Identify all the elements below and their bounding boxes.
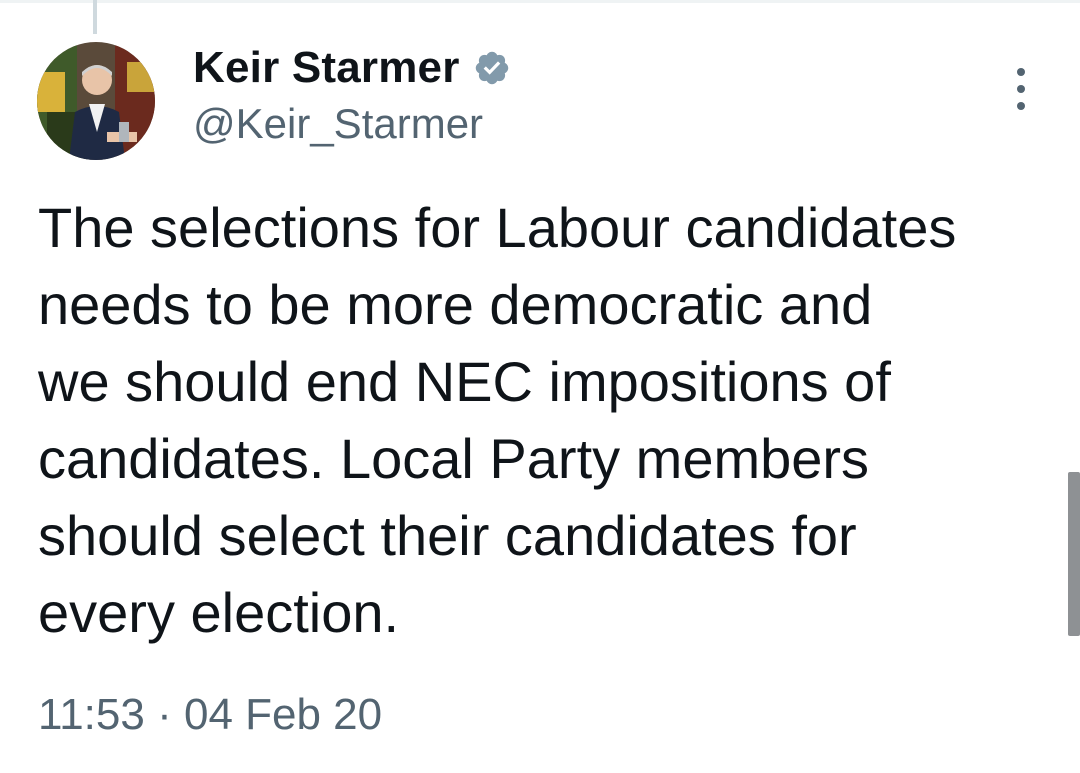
avatar-photo — [37, 42, 155, 160]
scrollbar-thumb[interactable] — [1068, 472, 1080, 636]
author-name-row: Keir Starmer — [193, 40, 512, 96]
avatar[interactable] — [37, 42, 155, 160]
tweet-text: The selections for Labour candidates nee… — [38, 196, 957, 644]
more-options-button[interactable] — [1006, 68, 1036, 110]
more-vertical-icon — [1017, 68, 1025, 76]
timestamp-separator: · — [157, 690, 172, 739]
thread-connector-line — [93, 0, 97, 34]
verified-badge-icon[interactable] — [472, 48, 512, 88]
tweet-timestamp[interactable]: 11:53 · 04 Feb 20 — [38, 690, 382, 740]
top-divider — [0, 0, 1080, 3]
tweet-date: 04 Feb 20 — [183, 690, 383, 739]
more-dot — [1017, 102, 1025, 110]
author-display-name[interactable]: Keir Starmer — [193, 43, 460, 93]
more-dot — [1017, 85, 1025, 93]
author-handle[interactable]: @Keir_Starmer — [193, 100, 483, 148]
tweet-time: 11:53 — [38, 690, 145, 739]
